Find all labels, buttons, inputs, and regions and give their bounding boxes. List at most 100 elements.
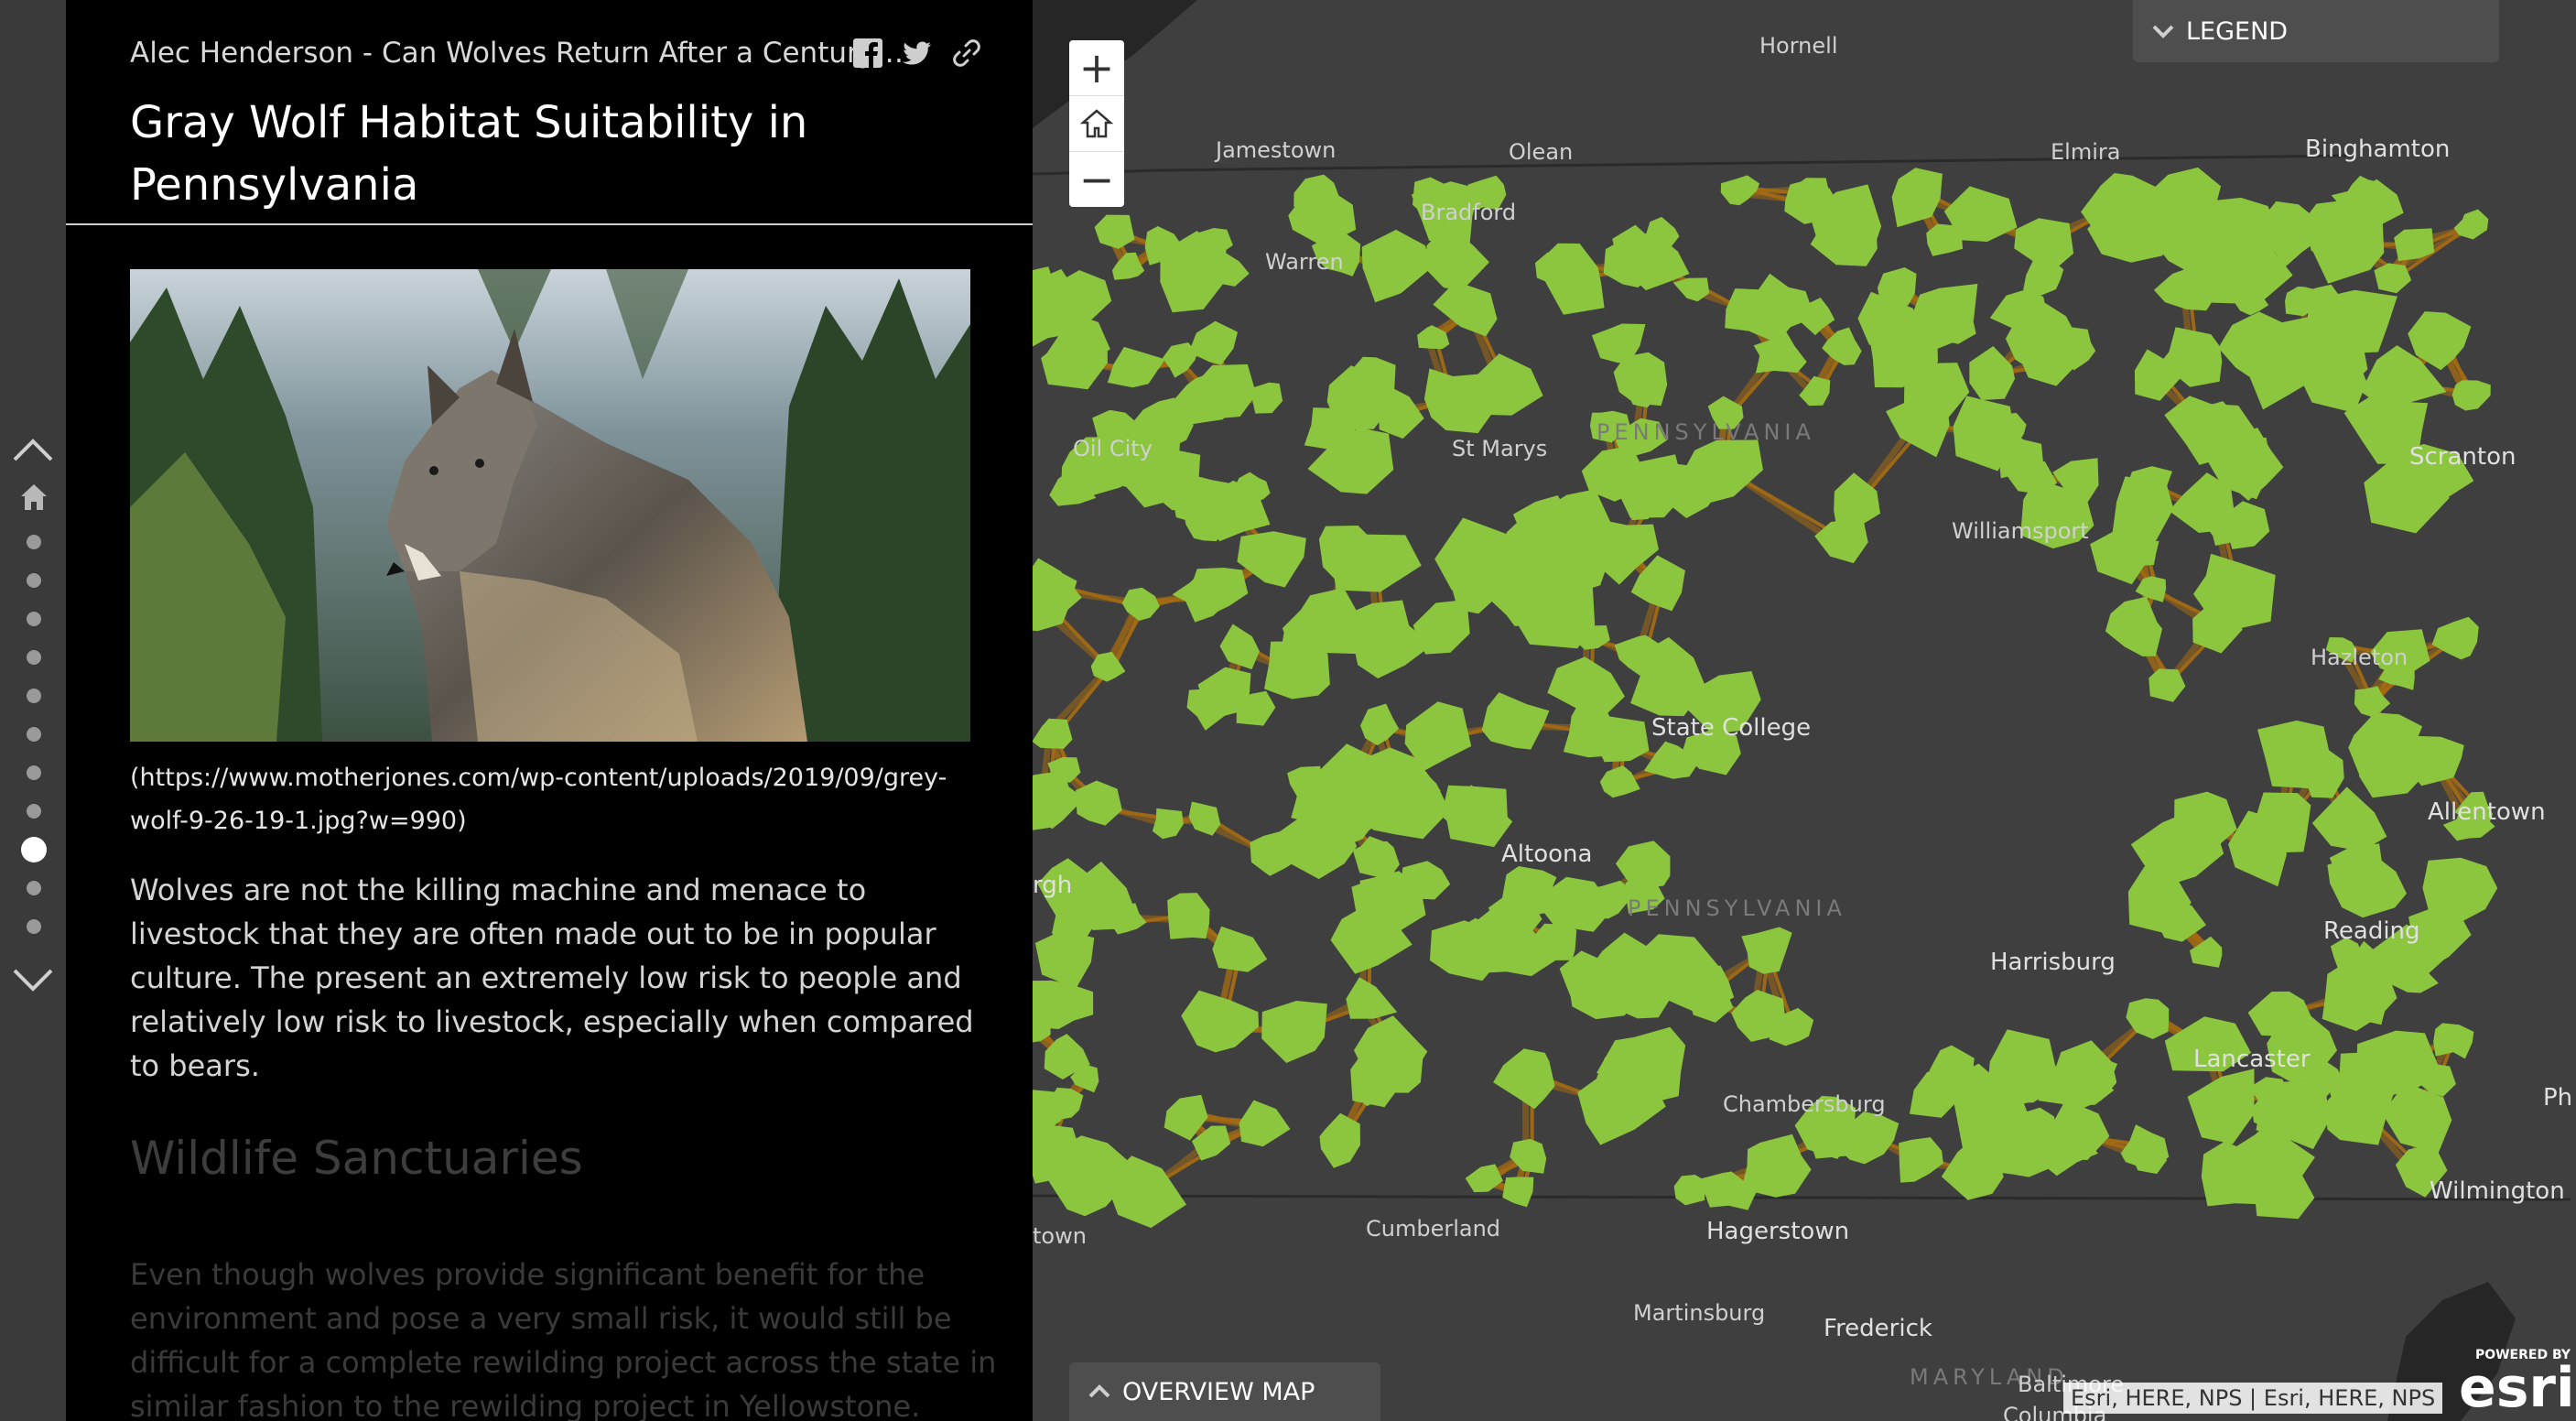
nav-dot[interactable] (27, 535, 41, 549)
legend-toggle[interactable]: LEGEND (2133, 0, 2499, 62)
legend-label: LEGEND (2186, 16, 2289, 46)
habitat-patch (2453, 209, 2489, 240)
habitat-patch (2120, 1124, 2170, 1168)
habitat-patch (1076, 780, 1122, 826)
city-label: State College (1651, 714, 1812, 742)
city-label: Bradford (1421, 200, 1517, 225)
habitat-patch (1197, 228, 1233, 255)
city-label: Martinsburg (1633, 1300, 1766, 1326)
map-canvas[interactable] (1033, 0, 2576, 1421)
esri-logo[interactable]: POWERED BY esri (2459, 1348, 2575, 1417)
home-extent-button[interactable] (1069, 96, 1124, 152)
habitat-patch (1264, 641, 1330, 700)
habitat-patch (1599, 765, 1640, 798)
city-label: Hazleton (2311, 645, 2408, 670)
habitat-patch (1094, 214, 1135, 249)
habitat-patch (1033, 558, 1082, 619)
map-attribution[interactable]: Esri, HERE, NPS | Esri, HERE, NPS (2063, 1383, 2443, 1414)
habitat-patch (1360, 703, 1400, 746)
city-label: Lancaster (2193, 1046, 2311, 1073)
habitat-patch (1252, 382, 1283, 414)
city-label: Warren (1265, 249, 1344, 275)
city-label: rgh (1033, 872, 1073, 899)
story-title: Gray Wolf Habitat Suitability in Pennsyl… (130, 97, 808, 211)
zoom-controls: + − (1069, 40, 1124, 207)
habitat-patch (1481, 692, 1550, 750)
nav-dot[interactable] (27, 919, 41, 934)
story-header: Alec Henderson - Can Wolves Return After… (66, 0, 1033, 225)
habitat-patch (1741, 927, 1792, 974)
habitat-patch (2228, 810, 2287, 887)
zoom-in-button[interactable]: + (1069, 40, 1124, 96)
habitat-patch (1352, 841, 1400, 878)
habitat-patch (1346, 977, 1398, 1019)
habitat-patch (1510, 1138, 1547, 1174)
city-label: Jamestown (1216, 137, 1337, 163)
story-byline: Alec Henderson - Can Wolves Return After… (130, 37, 908, 70)
story-paragraph: Wolves are not the killing machine and m… (130, 873, 974, 1083)
nav-dot[interactable] (27, 881, 41, 895)
nav-dot[interactable] (27, 689, 41, 703)
link-icon[interactable] (950, 37, 983, 70)
city-label: Williamsport (1952, 518, 2089, 544)
city-label: Reading (2323, 917, 2420, 945)
habitat-patch (1547, 656, 1625, 721)
chevron-up-icon[interactable] (11, 436, 55, 463)
nav-dot-active[interactable] (21, 837, 47, 862)
nav-dot[interactable] (27, 573, 41, 588)
nav-dot[interactable] (27, 650, 41, 665)
facebook-icon[interactable] (851, 37, 884, 70)
nav-dot[interactable] (27, 727, 41, 742)
nav-dot[interactable] (27, 612, 41, 626)
overview-map-toggle[interactable]: OVERVIEW MAP (1069, 1362, 1380, 1421)
city-label: Frederick (1824, 1315, 1932, 1342)
habitat-patch (2105, 596, 2163, 656)
habitat-patch (1188, 320, 1238, 365)
nav-dot[interactable] (27, 765, 41, 780)
city-label: Olean (1509, 139, 1574, 165)
city-label: Wilmington (2430, 1177, 2565, 1205)
habitat-patch (1152, 808, 1184, 840)
city-label: Oil City (1073, 436, 1153, 461)
city-label: Binghamton (2305, 136, 2451, 163)
habitat-patch (2322, 965, 2397, 1032)
home-icon[interactable] (18, 482, 49, 513)
habitat-patch (1720, 175, 1760, 206)
pa-md-border (1033, 1194, 2571, 1201)
city-label: town (1033, 1223, 1087, 1249)
habitat-patch (1899, 1137, 1943, 1183)
image-caption: (https://www.motherjones.com/wp-content/… (130, 764, 947, 835)
chevron-down-icon (2152, 25, 2174, 38)
habitat-patch (1502, 1177, 1534, 1208)
chevron-down-icon[interactable] (11, 967, 55, 994)
zoom-out-button[interactable]: − (1069, 152, 1124, 207)
story-paragraph: Even though wolves provide significant b… (130, 1257, 997, 1421)
city-label: Scranton (2409, 443, 2516, 471)
state-label: PENNSYLVANIA (1628, 895, 1846, 921)
habitat-patch (1167, 893, 1210, 939)
twitter-icon[interactable] (901, 37, 934, 70)
city-label: Allentown (2428, 798, 2546, 826)
habitat-patch (1261, 1001, 1327, 1063)
section-nav-rail (0, 0, 66, 1421)
habitat-patch (2433, 1023, 2474, 1059)
nav-dot[interactable] (27, 804, 41, 819)
habitat-patch (1212, 926, 1268, 972)
city-label: St Marys (1452, 436, 1548, 461)
habitat-patch (1219, 624, 1260, 670)
habitat-patch (1493, 1048, 1555, 1110)
city-label: Elmira (2051, 139, 2121, 165)
habitat-map[interactable]: Hornell Jamestown Olean Elmira Binghamto… (1033, 0, 2576, 1421)
habitat-patch (1319, 1112, 1360, 1168)
home-icon (1079, 109, 1114, 138)
habitat-patch (2187, 1068, 2255, 1144)
habitat-patch (1033, 718, 1073, 749)
habitat-patch (1749, 273, 1815, 343)
habitat-patch (2174, 791, 2237, 858)
city-label: Chambersburg (1723, 1091, 1886, 1117)
section-heading: Wildlife Sanctuaries (130, 1132, 583, 1185)
city-label: Hornell (1759, 33, 1838, 59)
habitat-patch (2452, 380, 2491, 411)
habitat-patch (2051, 1100, 2110, 1160)
gray-wolf-photo (130, 269, 970, 742)
